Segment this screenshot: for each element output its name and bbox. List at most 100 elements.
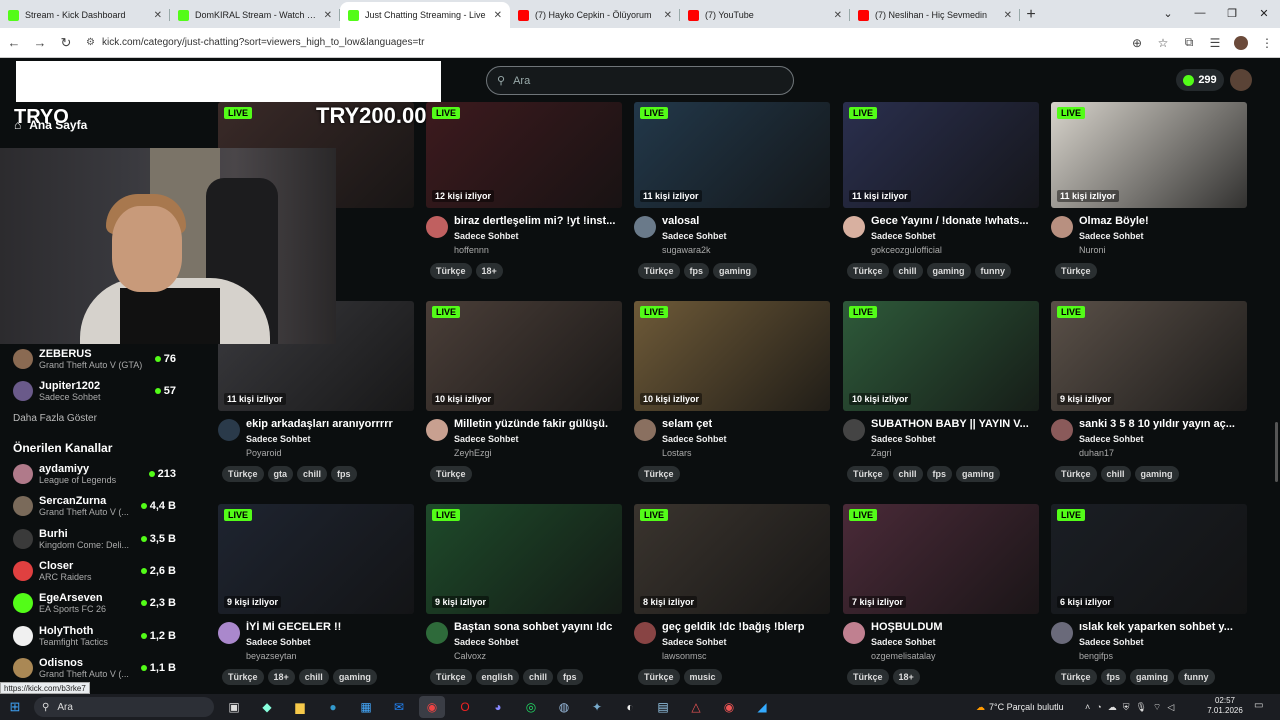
network-icon[interactable]: ◔ xyxy=(1096,702,1101,712)
streamer-name[interactable]: beyazseytan xyxy=(246,651,414,661)
stream-tag[interactable]: Türkçe xyxy=(1055,466,1097,482)
stream-tag[interactable]: chill xyxy=(523,669,554,685)
stream-tag[interactable]: 18+ xyxy=(267,669,295,685)
streamer-avatar[interactable] xyxy=(218,622,240,644)
store-icon[interactable]: ▦ xyxy=(353,696,379,718)
streamer-avatar[interactable] xyxy=(843,216,865,238)
stream-card[interactable]: LIVE 9 kişi izliyor İYİ Mİ GECELER !! Sadec… xyxy=(218,504,414,685)
browser-tab[interactable]: Stream - Kick Dashboard ✕ xyxy=(0,2,170,28)
stream-card[interactable]: LIVE 9 kişi izliyor Baştan sona sohbet yay… xyxy=(426,504,622,685)
opera-icon[interactable]: O xyxy=(452,696,478,718)
streamer-name[interactable]: bengifps xyxy=(1079,651,1247,661)
stream-thumbnail[interactable]: LIVE 9 kişi izliyor xyxy=(218,504,414,614)
notes-icon[interactable]: ▤ xyxy=(650,696,676,718)
sidebar-channel[interactable]: Odisnos Grand Theft Auto V (... 1,1 B xyxy=(13,653,176,683)
streamer-avatar[interactable] xyxy=(1051,419,1073,441)
stream-thumbnail[interactable]: LIVE 11 kişi izliyor xyxy=(634,102,830,208)
streamer-name[interactable]: ozgemelisatalay xyxy=(871,651,1039,661)
close-tab-icon[interactable]: ✕ xyxy=(664,10,672,21)
stream-category[interactable]: Sadece Sohbet xyxy=(1079,637,1247,647)
sidebar-channel[interactable]: HolyThoth Teamfight Tactics 1,2 B xyxy=(13,621,176,651)
extensions-icon[interactable]: ⧉ xyxy=(1176,31,1202,55)
stream-title[interactable]: İYİ Mİ GECELER !! xyxy=(246,621,414,633)
streamer-avatar[interactable] xyxy=(634,622,656,644)
back-icon[interactable]: ← xyxy=(2,31,26,55)
url-field[interactable]: kick.com/category/just-chatting?sort=vie… xyxy=(84,30,1124,55)
sidebar-channel[interactable]: Jupiter1202 Sadece Sohbet 57 xyxy=(13,376,176,406)
spotify-icon[interactable]: ◎ xyxy=(518,696,544,718)
stream-tag[interactable]: Türkçe xyxy=(430,669,472,685)
sidebar-channel[interactable]: Burhi Kingdom Come: Deli... 3,5 B xyxy=(13,524,176,554)
stream-category[interactable]: Sadece Sohbet xyxy=(454,434,622,444)
stream-tag[interactable]: Türkçe xyxy=(1055,263,1097,279)
stream-card[interactable]: LIVE 10 kişi izliyor SUBATHON BABY || YAYI… xyxy=(843,301,1039,482)
stream-thumbnail[interactable]: LIVE 9 kişi izliyor xyxy=(1051,301,1247,411)
stream-title[interactable]: ekip arkadaşları aranıyorrrrr xyxy=(246,418,414,430)
stream-thumbnail[interactable]: LIVE 11 kişi izliyor xyxy=(843,102,1039,208)
stream-tag[interactable]: Türkçe xyxy=(847,263,889,279)
copilot-icon[interactable]: ◆ xyxy=(254,696,280,718)
streamer-name[interactable]: Zagri xyxy=(871,448,1039,458)
stream-category[interactable]: Sadece Sohbet xyxy=(454,637,622,647)
clock[interactable]: 02:57 7.01.2026 xyxy=(1200,696,1250,716)
chrome-icon[interactable]: ◉ xyxy=(419,696,445,718)
stream-tag[interactable]: chill xyxy=(297,466,328,482)
new-tab-icon[interactable]: + xyxy=(1020,2,1042,28)
stream-title[interactable]: sanki 3 5 8 10 yıldır yayın aç... xyxy=(1079,418,1247,430)
browser-tab[interactable]: DomKIRAL Stream - Watch Live ✕ xyxy=(170,2,340,28)
stream-thumbnail[interactable]: LIVE 7 kişi izliyor xyxy=(843,504,1039,614)
stream-tag[interactable]: funny xyxy=(974,263,1012,279)
stream-title[interactable]: geç geldik !dc !bağış !blerp xyxy=(662,621,830,633)
streamer-avatar[interactable] xyxy=(426,622,448,644)
stream-tag[interactable]: fps xyxy=(1100,669,1127,685)
stream-title[interactable]: HOŞBULDUM xyxy=(871,621,1039,633)
bookmark-star-icon[interactable]: ☆ xyxy=(1150,31,1176,55)
browser-tab[interactable]: (7) YouTube ✕ xyxy=(680,2,850,28)
streamer-avatar[interactable] xyxy=(843,622,865,644)
stream-tag[interactable]: Türkçe xyxy=(847,466,889,482)
streamer-avatar[interactable] xyxy=(426,216,448,238)
stream-tag[interactable]: Türkçe xyxy=(222,466,264,482)
zoom-icon[interactable]: ⊕ xyxy=(1124,31,1150,55)
close-icon[interactable]: ✕ xyxy=(1248,0,1280,26)
menu-icon[interactable]: ⋮ xyxy=(1254,31,1280,55)
streamer-name[interactable]: Lostars xyxy=(662,448,830,458)
outlook-icon[interactable]: ✉ xyxy=(386,696,412,718)
stream-category[interactable]: Sadece Sohbet xyxy=(871,434,1039,444)
vscode-icon[interactable]: ◢ xyxy=(749,696,775,718)
browser-tab[interactable]: Just Chatting Streaming - Live ✕ xyxy=(340,2,510,28)
streamer-name[interactable]: lawsonmsc xyxy=(662,651,830,661)
sidebar-channel[interactable]: aydamiyy League of Legends 213 xyxy=(13,459,176,489)
stream-tag[interactable]: Türkçe xyxy=(1055,669,1097,685)
user-avatar[interactable] xyxy=(1230,69,1252,91)
windows-start-icon[interactable]: ⊞ xyxy=(0,694,30,720)
edge-icon[interactable]: ● xyxy=(320,696,346,718)
stream-category[interactable]: Sadece Sohbet xyxy=(662,637,830,647)
steam-icon[interactable]: ◍ xyxy=(551,696,577,718)
stream-tag[interactable]: chill xyxy=(298,669,329,685)
notification-icon[interactable]: ▭ xyxy=(1254,700,1263,711)
stream-tag[interactable]: chill xyxy=(892,466,923,482)
stream-tag[interactable]: chill xyxy=(1100,466,1131,482)
weather-widget[interactable]: ☁ 7°C Parçalı bulutlu xyxy=(976,694,1064,720)
browser-tab[interactable]: (7) Hayko Cepkin - Ölüyorum ✕ xyxy=(510,2,680,28)
stream-card[interactable]: LIVE 12 kişi izliyor biraz dertleşelim mi?… xyxy=(426,102,622,279)
streamer-name[interactable]: Poyaroid xyxy=(246,448,414,458)
stream-tag[interactable]: fps xyxy=(331,466,357,482)
stream-tag[interactable]: gaming xyxy=(956,466,1001,482)
stream-tag[interactable]: Türkçe xyxy=(638,263,680,279)
stream-thumbnail[interactable]: LIVE 12 kişi izliyor xyxy=(426,102,622,208)
streamer-avatar[interactable] xyxy=(843,419,865,441)
minimize-icon[interactable]: — xyxy=(1184,0,1216,26)
streamer-avatar[interactable] xyxy=(218,419,240,441)
stream-title[interactable]: Baştan sona sohbet yayını !dc xyxy=(454,621,622,633)
stream-tag[interactable]: Türkçe xyxy=(222,669,264,685)
stream-card[interactable]: LIVE 11 kişi izliyor Gece Yayını / !donate… xyxy=(843,102,1039,279)
chevron-up-icon[interactable]: ˄ xyxy=(1085,702,1090,712)
stream-category[interactable]: Sadece Sohbet xyxy=(871,231,1039,241)
close-tab-icon[interactable]: ✕ xyxy=(324,10,332,21)
show-more-link[interactable]: Daha Fazla Göster xyxy=(13,413,97,424)
streamer-avatar[interactable] xyxy=(426,419,448,441)
profile-avatar[interactable] xyxy=(1234,35,1248,50)
stream-title[interactable]: Olmaz Böyle! xyxy=(1079,215,1247,227)
